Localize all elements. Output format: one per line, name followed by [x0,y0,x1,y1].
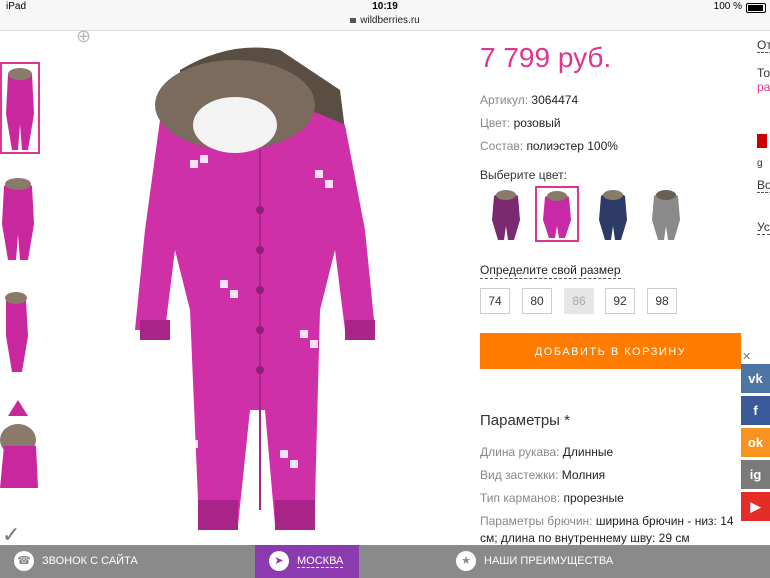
vk-icon[interactable]: vk [741,364,770,393]
param-label: Вид застежки: [480,468,559,482]
city-item: ➤ МОСКВА [269,545,344,578]
color-swatch-purple[interactable] [484,186,528,242]
city-selector[interactable]: ➤ МОСКВА [255,545,359,578]
param-label: Тип карманов: [480,491,561,505]
article-row: Артикул: 3064474 [480,93,578,107]
param-row: Вид застежки: Молния [480,467,740,484]
material-value: полиэстер 100% [526,139,618,153]
param-label: Длина рукава: [480,445,560,459]
facebook-icon[interactable]: f [741,396,770,425]
odnoklassniki-icon[interactable]: ok [741,428,770,457]
benefits-button[interactable]: ★ НАШИ ПРЕИМУЩЕСТВА [456,545,613,578]
bottom-bar: ☎ ЗВОНОК С САЙТА ➤ МОСКВА ★ НАШИ ПРЕИМУЩЕСТ… [0,545,770,578]
instagram-icon[interactable]: ig [741,460,770,489]
color-value: розовый [513,116,561,130]
call-label: ЗВОНОК С САЙТА [42,555,138,567]
param-value: Длинные [562,445,614,459]
right-text-1: То [757,66,770,80]
material-label: Состав: [480,139,524,153]
thumbnail-4[interactable] [0,396,40,488]
right-badge [757,134,767,148]
article-label: Артикул: [480,93,529,107]
price: 7 799 руб. [480,42,612,73]
size-chart-link[interactable]: Определите свой размер [480,263,621,279]
params-title: Параметры * [480,412,570,429]
thumbnail-3[interactable] [0,286,40,378]
lock-icon [350,18,357,23]
thumbnail-2[interactable] [0,174,40,266]
param-row: Тип карманов: прорезные [480,490,740,507]
youtube-icon[interactable]: ▶ [741,492,770,521]
right-text-2[interactable]: ра [757,80,770,94]
color-swatch-pink[interactable] [535,186,579,242]
close-icon[interactable]: ✕ [742,350,751,363]
star-icon: ★ [456,551,476,572]
address-bar[interactable]: wildberries.ru [0,14,770,31]
phone-icon: ☎ [14,551,34,572]
location-arrow-icon: ➤ [269,551,289,572]
color-label: Цвет: [480,116,511,130]
param-value: прорезные [563,491,624,505]
zoom-icon[interactable]: ⊕ [76,26,91,47]
size-98[interactable]: 98 [647,288,677,314]
size-92[interactable]: 92 [605,288,635,314]
size-74[interactable]: 74 [480,288,510,314]
material-row: Состав: полиэстер 100% [480,139,618,153]
product-image[interactable] [120,30,395,535]
size-80[interactable]: 80 [522,288,552,314]
call-from-site-button[interactable]: ☎ ЗВОНОК С САЙТА [14,545,138,578]
right-text-3: g [757,158,763,169]
add-to-cart-button[interactable]: ДОБАВИТЬ В КОРЗИНУ [480,333,741,369]
city-label: МОСКВА [297,555,344,568]
thumbnail-list [0,30,46,545]
right-link-1[interactable]: От [757,38,770,53]
battery-text: 100 % [713,1,742,12]
param-label: Параметры брючин: [480,514,593,528]
right-link-2[interactable]: Во [757,178,770,193]
benefits-label: НАШИ ПРЕИМУЩЕСТВА [484,555,614,567]
url-text: wildberries.ru [360,15,420,26]
ios-status-bar: iPad 10:19 100 % [0,0,770,14]
clock: 10:19 [372,1,398,12]
thumbnail-1[interactable] [0,62,40,154]
param-value: Молния [561,468,606,482]
color-swatch-navy[interactable] [591,186,635,242]
param-row: Длина рукава: Длинные [480,444,740,461]
choose-color-label: Выберите цвет: [480,168,568,182]
right-link-3[interactable]: Ус [757,220,770,235]
color-swatch-grey[interactable] [644,186,688,242]
battery-icon [746,3,766,13]
size-86: 86 [564,288,594,314]
param-row: Параметры брючин: ширина брючин - низ: 1… [480,513,740,547]
article-value: 3064474 [531,93,579,107]
color-row: Цвет: розовый [480,116,561,130]
